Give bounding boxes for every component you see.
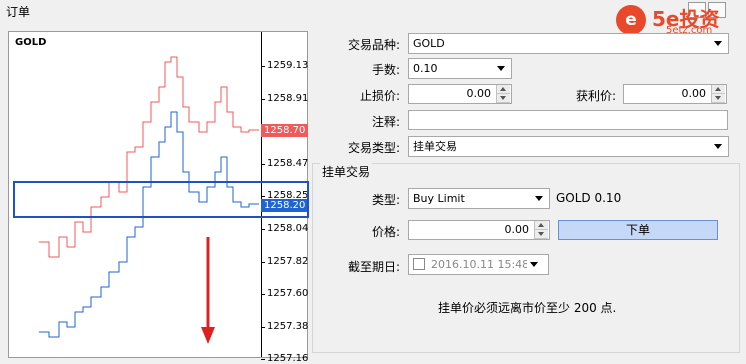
pending-price-input[interactable]: 0.00: [408, 220, 550, 240]
order-type-select[interactable]: 挂单交易: [408, 136, 729, 157]
spin-down-button[interactable]: [535, 230, 548, 239]
ask-price-tag: 1258.70: [261, 124, 309, 138]
volume-label: 手数:: [371, 63, 400, 77]
takeprofit-input[interactable]: 0.00: [623, 84, 727, 104]
comment-input[interactable]: [408, 110, 728, 130]
symbol-select[interactable]: GOLD: [408, 33, 729, 54]
arrow-down-icon: [715, 96, 721, 100]
chevron-down-icon: [497, 66, 505, 71]
spin-up-button[interactable]: [497, 85, 510, 94]
arrow-down-icon: [538, 232, 544, 236]
logo-icon: e: [616, 5, 646, 35]
price-tick-label: 1259.13: [267, 60, 309, 71]
order-type-value: 挂单交易: [413, 140, 457, 153]
tick-chart: GOLD 1259.13 1258.91 1258.47 1258.25 1258.04…: [8, 31, 309, 364]
stoploss-spinner[interactable]: [496, 85, 511, 103]
stoploss-label: 止损价:: [359, 89, 400, 103]
volume-value: 0.10: [413, 62, 438, 75]
price-tick-label: 1257.60: [267, 288, 309, 300]
pending-price-label: 价格:: [371, 225, 400, 239]
arrow-up-icon: [500, 87, 506, 91]
down-arrowhead-icon: [201, 327, 215, 344]
price-tick-mark: [261, 326, 265, 328]
arrow-up-icon: [715, 87, 721, 91]
symbol-value: GOLD: [413, 37, 445, 50]
spin-down-button[interactable]: [712, 94, 725, 103]
highlight-box: [13, 181, 309, 218]
volume-select[interactable]: 0.10: [408, 58, 512, 79]
arrow-up-icon: [538, 223, 544, 227]
expiry-label: 截至期日:: [347, 260, 400, 274]
price-tick-label: 1257.16: [267, 353, 309, 364]
spin-up-button[interactable]: [712, 85, 725, 94]
price-tick-label: 1258.47: [267, 157, 309, 169]
pending-type-value: Buy Limit: [413, 192, 465, 205]
pending-note: 挂单价必须远离市价至少 200 点.: [438, 301, 617, 315]
pending-type-label: 类型:: [371, 193, 400, 207]
window-title: 订单: [6, 5, 31, 19]
price-tick-mark: [261, 163, 265, 165]
takeprofit-label: 获利价:: [575, 89, 616, 103]
bid-price-line: [39, 111, 259, 338]
symbol-label: 交易品种:: [347, 38, 400, 52]
comment-label: 注释:: [371, 115, 400, 129]
price-tick-mark: [261, 359, 265, 361]
chevron-down-icon: [714, 41, 722, 46]
price-tick-label: 1257.82: [267, 255, 309, 267]
chart-symbol: GOLD: [15, 37, 47, 48]
takeprofit-spinner[interactable]: [711, 85, 726, 103]
spin-up-button[interactable]: [535, 221, 548, 230]
expiry-checkbox[interactable]: [413, 258, 425, 270]
pending-price-spinner[interactable]: [534, 221, 549, 239]
price-tick-label: 1258.91: [267, 92, 309, 104]
chevron-down-icon: [714, 144, 722, 149]
pending-group-title: 挂单交易: [320, 163, 373, 180]
place-order-button[interactable]: 下单: [558, 220, 718, 240]
expiry-datetime-picker[interactable]: 2016.10.11 15:48: [408, 254, 549, 275]
spin-down-button[interactable]: [497, 94, 510, 103]
price-tick-mark: [261, 261, 265, 263]
pending-type-info: GOLD 0.10: [556, 191, 622, 205]
stoploss-input[interactable]: 0.00: [408, 84, 512, 104]
chevron-down-icon: [530, 262, 538, 267]
pending-type-select[interactable]: Buy Limit: [408, 188, 550, 209]
chevron-down-icon: [535, 196, 543, 201]
order-type-label: 交易类型:: [347, 141, 400, 155]
arrow-down-icon: [500, 96, 506, 100]
stoploss-value: 0.00: [466, 87, 492, 100]
price-tick-mark: [261, 98, 265, 100]
takeprofit-value: 0.00: [681, 87, 707, 100]
price-tick-label: 1257.38: [267, 320, 309, 332]
price-tick-mark: [261, 294, 265, 296]
price-tick-label: 1258.04: [267, 223, 309, 234]
price-tick-mark: [261, 66, 265, 67]
expiry-value: 2016.10.11 15:48: [431, 258, 527, 271]
price-tick-mark: [261, 229, 265, 230]
pending-price-value: 0.00: [504, 223, 530, 236]
